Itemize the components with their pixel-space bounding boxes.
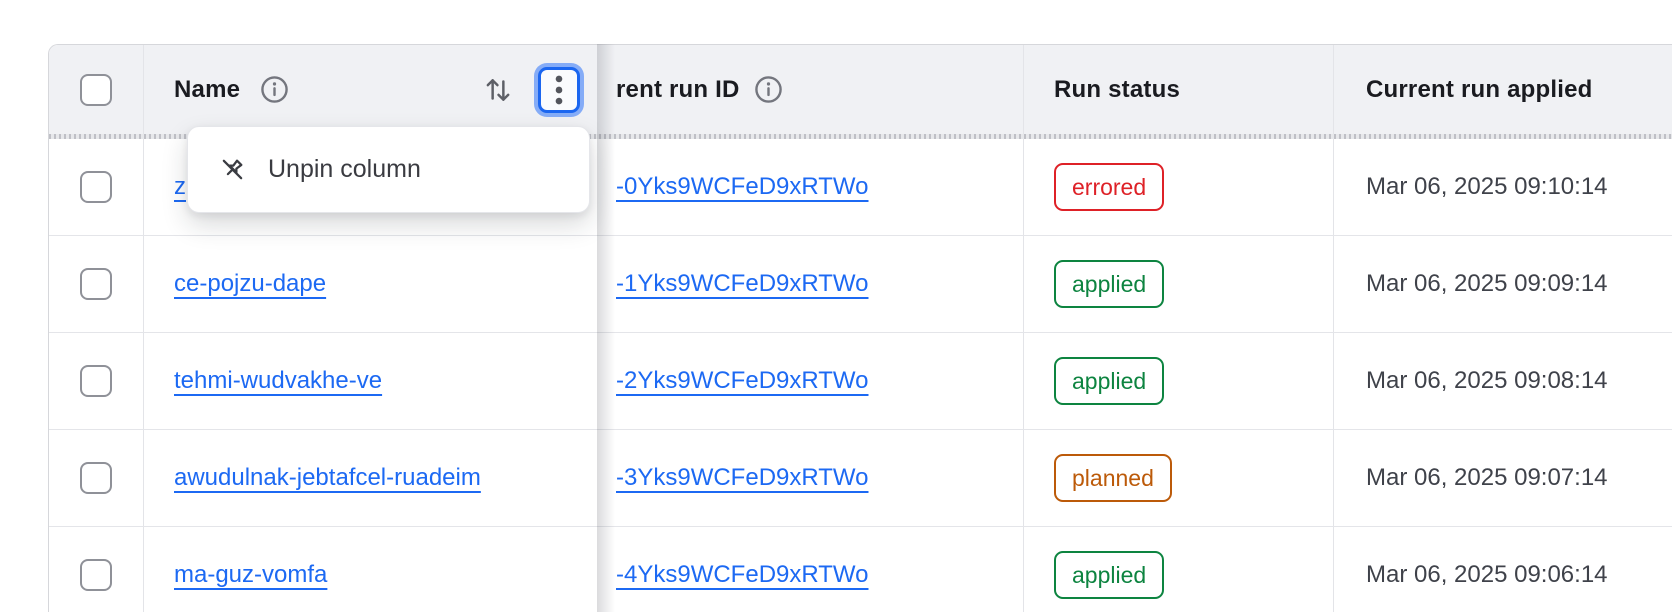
timestamp-text: Mar 06, 2025 09:09:14 xyxy=(1366,270,1608,298)
workspace-name-link[interactable]: ce-pojzu-dape xyxy=(174,270,326,298)
run-id-cell: -0Yks9WCFeD9xRTWo xyxy=(598,139,1024,235)
run-status-cell: planned xyxy=(1024,430,1334,526)
run-id-cell: -1Yks9WCFeD9xRTWo xyxy=(598,236,1024,332)
current-run-applied-cell: Mar 06, 2025 09:06:14 xyxy=(1334,527,1672,612)
name-header-cell: Name xyxy=(144,45,598,134)
workspace-name-link[interactable]: tehmi-wudvakhe-ve xyxy=(174,367,382,395)
run-status-cell: errored xyxy=(1024,139,1334,235)
table-row: ce-pojzu-dape -1Yks9WCFeD9xRTWo applied … xyxy=(49,236,1672,333)
column-menu-button[interactable] xyxy=(538,67,580,113)
pin-off-icon xyxy=(219,156,246,183)
current-run-applied-cell: Mar 06, 2025 09:07:14 xyxy=(1334,430,1672,526)
name-column-title: Name xyxy=(174,76,240,104)
name-cell: ma-guz-vomfa xyxy=(144,527,598,612)
current-run-applied-header-cell: Current run applied xyxy=(1334,45,1672,134)
row-checkbox[interactable] xyxy=(80,462,112,494)
column-menu-dropdown: Unpin column xyxy=(187,126,590,213)
run-status-cell: applied xyxy=(1024,527,1334,612)
row-checkbox[interactable] xyxy=(80,268,112,300)
info-icon[interactable] xyxy=(260,75,289,104)
info-icon[interactable] xyxy=(754,75,783,104)
select-all-checkbox[interactable] xyxy=(80,74,112,106)
run-status-cell: applied xyxy=(1024,333,1334,429)
workspace-name-link[interactable]: ma-guz-vomfa xyxy=(174,561,327,589)
run-id-column-title: rent run ID xyxy=(616,76,740,104)
status-badge: applied xyxy=(1054,357,1164,405)
current-run-applied-column-title: Current run applied xyxy=(1366,76,1592,104)
timestamp-text: Mar 06, 2025 09:10:14 xyxy=(1366,173,1608,201)
workspaces-table-screen: Name xyxy=(0,0,1672,612)
run-status-cell: applied xyxy=(1024,236,1334,332)
run-status-header-cell: Run status xyxy=(1024,45,1334,134)
current-run-applied-cell: Mar 06, 2025 09:10:14 xyxy=(1334,139,1672,235)
run-id-link[interactable]: -4Yks9WCFeD9xRTWo xyxy=(616,561,869,589)
row-select-cell xyxy=(49,139,144,235)
table-header-row: Name xyxy=(49,45,1672,134)
row-select-cell xyxy=(49,430,144,526)
status-badge: applied xyxy=(1054,260,1164,308)
run-status-column-title: Run status xyxy=(1054,76,1180,104)
row-select-cell xyxy=(49,527,144,612)
select-all-cell xyxy=(49,45,144,134)
row-checkbox[interactable] xyxy=(80,365,112,397)
run-id-cell: -4Yks9WCFeD9xRTWo xyxy=(598,527,1024,612)
status-badge: errored xyxy=(1054,163,1164,211)
name-cell: awudulnak-jebtafcel-ruadeim xyxy=(144,430,598,526)
workspace-name-link[interactable]: awudulnak-jebtafcel-ruadeim xyxy=(174,464,481,492)
table-row: awudulnak-jebtafcel-ruadeim -3Yks9WCFeD9… xyxy=(49,430,1672,527)
name-cell: ce-pojzu-dape xyxy=(144,236,598,332)
timestamp-text: Mar 06, 2025 09:08:14 xyxy=(1366,367,1608,395)
kebab-menu-icon xyxy=(554,74,564,106)
run-id-link[interactable]: -1Yks9WCFeD9xRTWo xyxy=(616,270,869,298)
name-cell: tehmi-wudvakhe-ve xyxy=(144,333,598,429)
workspace-name-link[interactable]: z xyxy=(174,173,186,201)
run-id-link[interactable]: -0Yks9WCFeD9xRTWo xyxy=(616,173,869,201)
run-id-cell: -3Yks9WCFeD9xRTWo xyxy=(598,430,1024,526)
sort-arrows-icon[interactable] xyxy=(484,75,512,105)
timestamp-text: Mar 06, 2025 09:07:14 xyxy=(1366,464,1608,492)
row-select-cell xyxy=(49,333,144,429)
table-row: ma-guz-vomfa -4Yks9WCFeD9xRTWo applied M… xyxy=(49,527,1672,612)
run-id-header-cell: rent run ID xyxy=(598,45,1024,134)
run-id-link[interactable]: -3Yks9WCFeD9xRTWo xyxy=(616,464,869,492)
run-id-cell: -2Yks9WCFeD9xRTWo xyxy=(598,333,1024,429)
row-select-cell xyxy=(49,236,144,332)
table-row: tehmi-wudvakhe-ve -2Yks9WCFeD9xRTWo appl… xyxy=(49,333,1672,430)
row-checkbox[interactable] xyxy=(80,559,112,591)
current-run-applied-cell: Mar 06, 2025 09:09:14 xyxy=(1334,236,1672,332)
timestamp-text: Mar 06, 2025 09:06:14 xyxy=(1366,561,1608,589)
current-run-applied-cell: Mar 06, 2025 09:08:14 xyxy=(1334,333,1672,429)
unpin-column-menu-item[interactable]: Unpin column xyxy=(268,155,421,184)
status-badge: applied xyxy=(1054,551,1164,599)
run-id-link[interactable]: -2Yks9WCFeD9xRTWo xyxy=(616,367,869,395)
status-badge: planned xyxy=(1054,454,1172,502)
row-checkbox[interactable] xyxy=(80,171,112,203)
